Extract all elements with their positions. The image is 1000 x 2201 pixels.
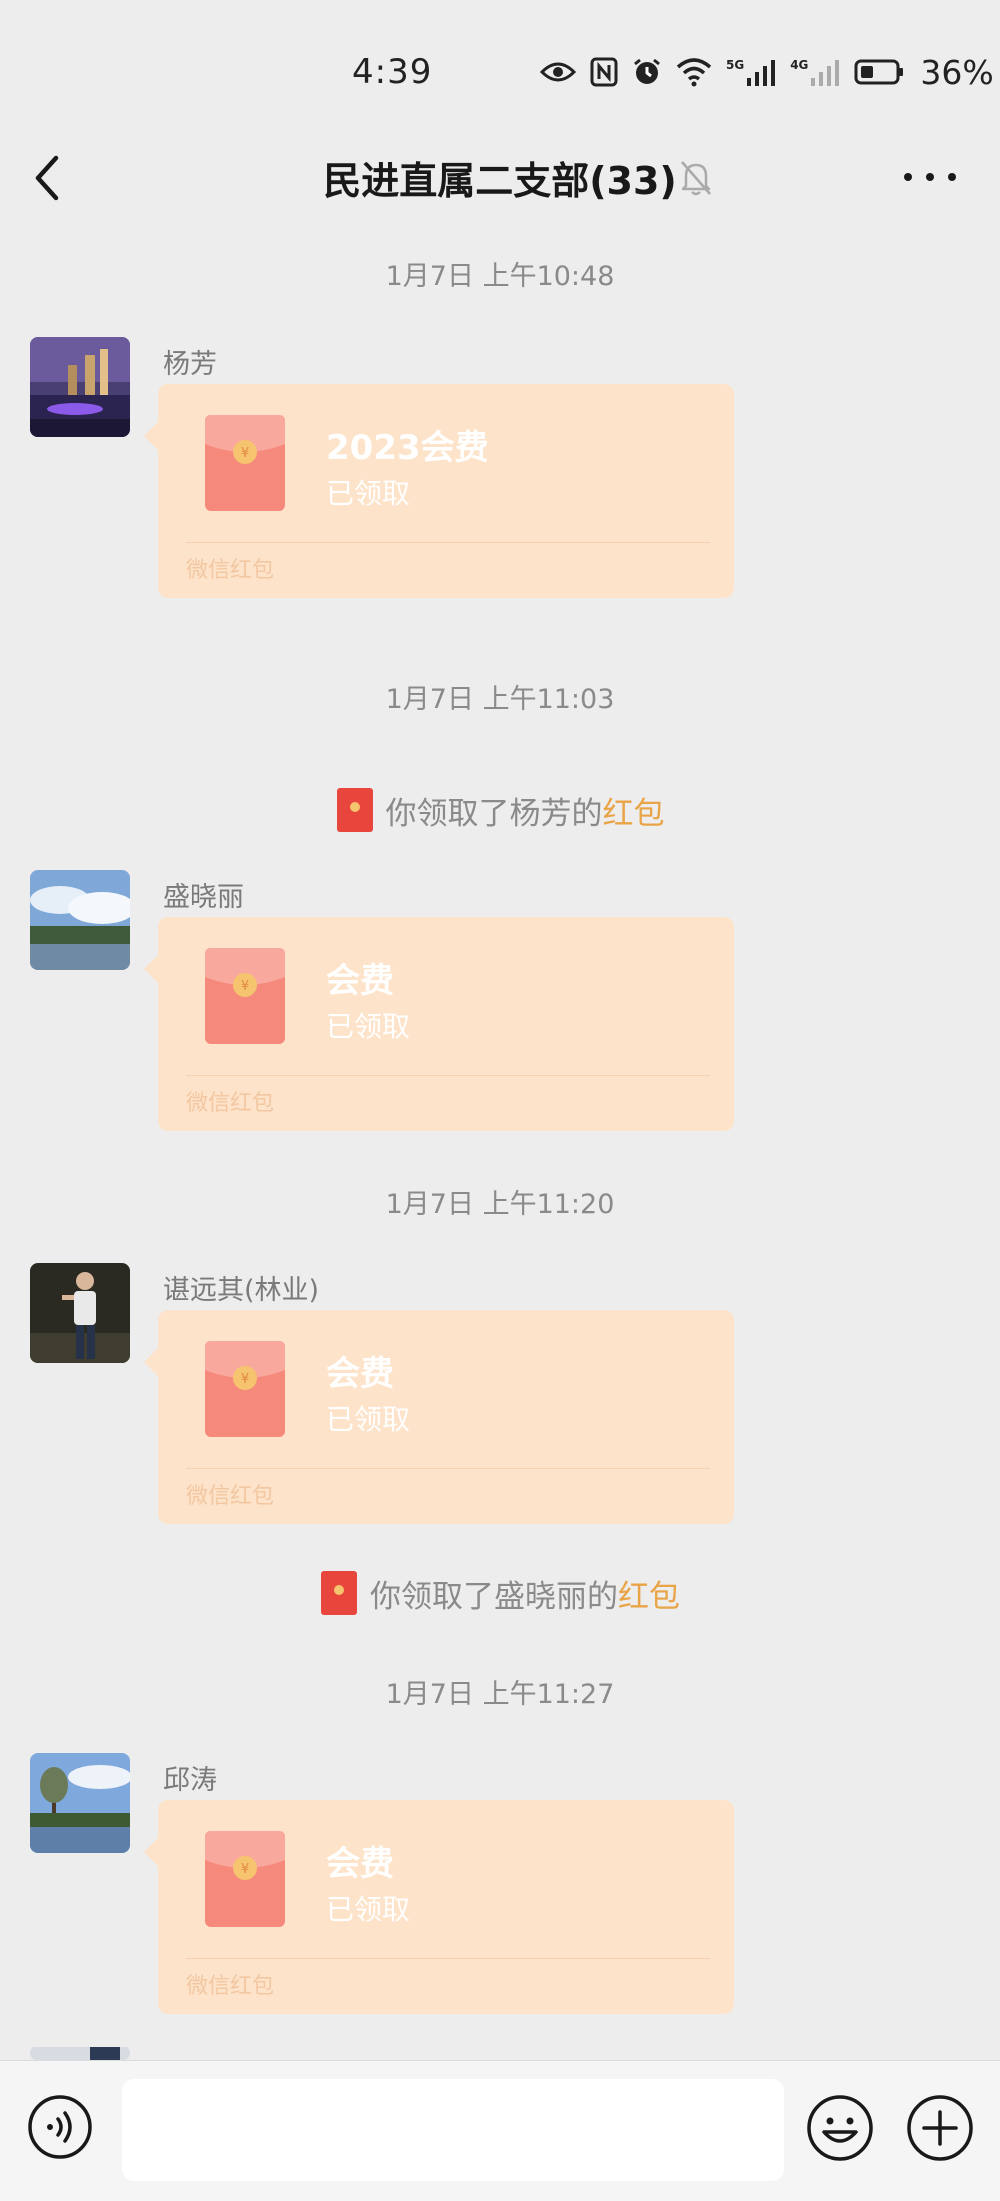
timestamp: 1月7日 上午10:48	[385, 261, 615, 292]
message-input[interactable]	[122, 2079, 784, 2181]
packet-brand: 微信红包	[186, 1484, 275, 1509]
packet-brand: 微信红包	[186, 1974, 275, 1999]
signal-4g-label: 4G	[790, 58, 809, 72]
status-bar: 4:39 5G 4G 36%	[0, 0, 1000, 120]
system-prefix: 你领取了盛晓丽的	[370, 1578, 618, 1615]
avatar[interactable]	[30, 870, 130, 970]
red-packet-icon: ¥	[205, 1831, 285, 1927]
red-packet-bubble[interactable]: ¥ 会费 已领取 微信红包	[144, 917, 734, 1131]
red-packet-link[interactable]: 红包	[618, 1579, 680, 1615]
svg-text:¥: ¥	[241, 446, 249, 461]
red-packet-icon: ¥	[205, 415, 285, 511]
timestamp: 1月7日 上午11:20	[385, 1189, 615, 1220]
sender-name: 邱涛	[163, 1765, 217, 1796]
avatar[interactable]	[30, 337, 130, 437]
packet-divider	[186, 1075, 710, 1076]
red-packet-bubble[interactable]: ¥ 2023会费 已领取 微信红包	[144, 384, 734, 598]
red-packet-icon: ¥	[205, 1341, 285, 1437]
emoji-icon[interactable]	[806, 2094, 874, 2162]
packet-status: 已领取	[326, 1403, 411, 1436]
red-packet-icon	[336, 788, 373, 832]
nfc-icon	[590, 57, 618, 87]
avatar	[30, 2046, 130, 2060]
battery-icon	[854, 59, 904, 85]
packet-brand: 微信红包	[186, 1091, 275, 1116]
plus-icon[interactable]	[906, 2094, 974, 2162]
red-packet-icon	[321, 1571, 357, 1615]
signal-5g-label: 5G	[726, 58, 745, 72]
alarm-icon	[634, 58, 660, 84]
svg-text:¥: ¥	[241, 979, 249, 994]
voice-icon[interactable]	[27, 2094, 93, 2160]
system-text: 你领取了盛晓丽的红包	[370, 1571, 680, 1616]
eye-icon	[540, 62, 576, 82]
red-packet-bubble[interactable]: ¥ 会费 已领取 微信红包	[144, 1800, 734, 2014]
chat-title: 民进直属二支部(33)	[323, 159, 677, 203]
red-packet-bubble[interactable]: ¥ 会费 已领取 微信红包	[144, 1310, 734, 1524]
packet-title: 2023会费	[326, 428, 489, 468]
sender-name: 盛晓丽	[163, 882, 244, 913]
timestamp: 1月7日 上午11:27	[385, 1679, 615, 1710]
packet-status: 已领取	[326, 477, 411, 510]
more-dots-icon[interactable]	[900, 160, 960, 194]
sender-name: 杨芳	[163, 349, 217, 380]
avatar[interactable]	[30, 1263, 130, 1363]
timestamp: 1月7日 上午11:03	[385, 684, 615, 715]
packet-divider	[186, 1468, 710, 1469]
signal-5g-icon: 5G	[726, 58, 776, 86]
battery-percent: 36%	[920, 52, 994, 92]
packet-status: 已领取	[326, 1010, 411, 1043]
packet-brand: 微信红包	[186, 558, 275, 583]
red-packet-link[interactable]: 红包	[603, 796, 665, 832]
system-message: 你领取了杨芳的红包	[0, 787, 1000, 841]
system-text: 你领取了杨芳的红包	[386, 788, 665, 833]
svg-text:¥: ¥	[241, 1862, 249, 1877]
svg-text:¥: ¥	[241, 1372, 249, 1387]
status-icons: 5G 4G 36%	[540, 50, 994, 94]
mute-bell-icon	[681, 161, 711, 196]
signal-4g-icon: 4G	[790, 58, 840, 86]
wifi-icon	[676, 58, 712, 87]
packet-title: 会费	[326, 1354, 394, 1394]
system-message: 你领取了盛晓丽的红包	[0, 1570, 1000, 1624]
packet-title: 会费	[326, 961, 394, 1001]
sender-name: 谌远其(林业)	[163, 1275, 320, 1306]
packet-title: 会费	[326, 1844, 394, 1884]
system-prefix: 你领取了杨芳的	[385, 795, 603, 832]
packet-divider	[186, 542, 710, 543]
packet-divider	[186, 1958, 710, 1959]
status-time: 4:39	[352, 52, 433, 92]
avatar[interactable]	[30, 1753, 130, 1853]
red-packet-icon: ¥	[205, 948, 285, 1044]
packet-status: 已领取	[326, 1893, 411, 1926]
